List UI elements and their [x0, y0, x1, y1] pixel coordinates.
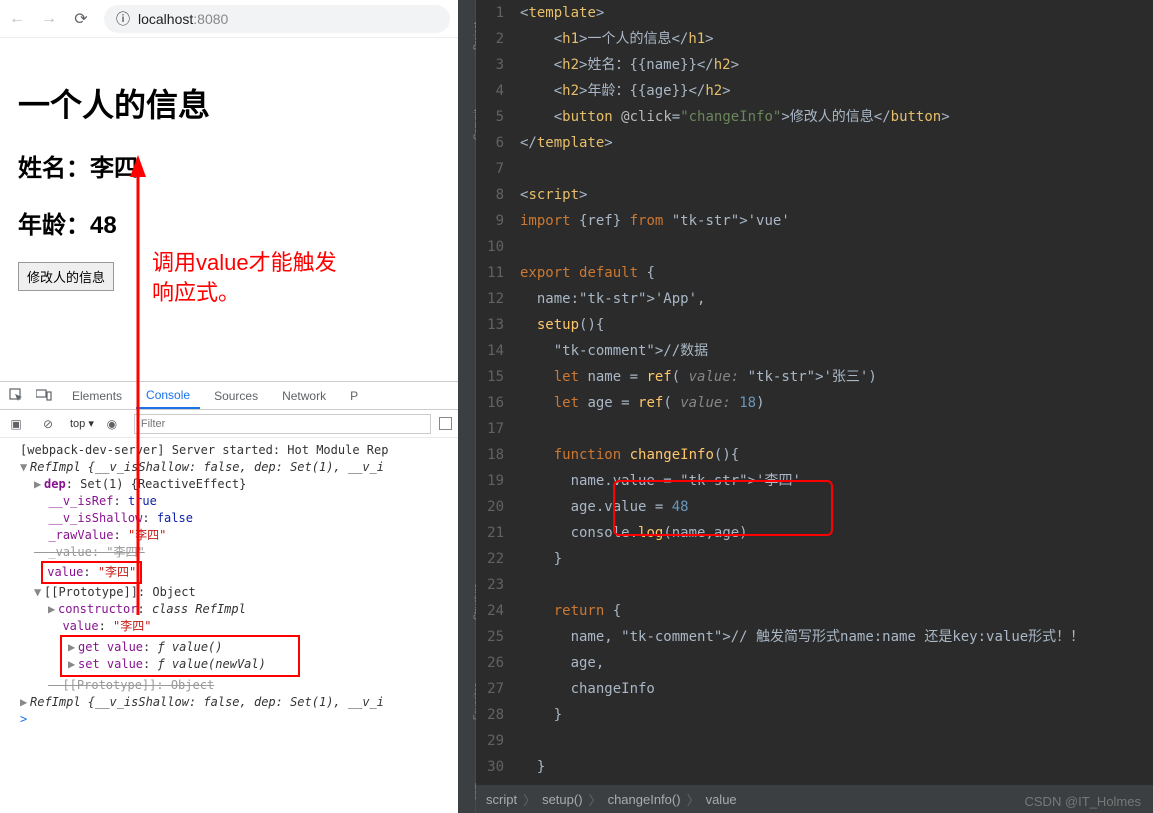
console-line: ▼RefImpl {__v_isShallow: false, dep: Set… — [14, 459, 458, 476]
code-line[interactable]: 24 return { — [476, 598, 1153, 624]
editor-pane: Project Commit Structure Favorites npm 1… — [458, 0, 1153, 813]
age-row: 年龄：48 — [18, 205, 448, 240]
code-line[interactable]: 23 — [476, 572, 1153, 598]
code-line[interactable]: 8<script> — [476, 182, 1153, 208]
code-line[interactable]: 11export default { — [476, 260, 1153, 286]
reload-icon[interactable]: ⟳ — [72, 10, 90, 28]
url-host: localhost — [138, 11, 193, 27]
context-select[interactable]: top ▾ — [70, 417, 94, 430]
console-line: [webpack-dev-server] Server started: Hot… — [14, 442, 458, 459]
url-bar[interactable]: ⓘ localhost:8080 — [104, 5, 450, 33]
forward-icon[interactable]: → — [40, 10, 58, 28]
name-row: 姓名：李四 — [18, 148, 448, 183]
console-prompt[interactable]: > — [14, 711, 458, 728]
code-line[interactable]: 22 } — [476, 546, 1153, 572]
filter-input[interactable] — [134, 414, 431, 434]
tab-sources[interactable]: Sources — [204, 384, 268, 408]
code-line[interactable]: 16 let age = ref( value: 18) — [476, 390, 1153, 416]
device-icon[interactable] — [34, 386, 54, 406]
code-line[interactable]: 30 } — [476, 754, 1153, 780]
code-line[interactable]: 6</template> — [476, 130, 1153, 156]
tab-console[interactable]: Console — [136, 383, 200, 409]
code-line[interactable]: 18 function changeInfo(){ — [476, 442, 1153, 468]
code-line[interactable]: 3 <h2>姓名：{{name}}</h2> — [476, 52, 1153, 78]
watermark: CSDN @IT_Holmes — [1025, 794, 1142, 809]
clear-icon[interactable]: ⊘ — [38, 414, 58, 434]
change-info-button[interactable]: 修改人的信息 — [18, 262, 114, 291]
code-line[interactable]: 2 <h1>一个人的信息</h1> — [476, 26, 1153, 52]
eye-icon[interactable]: ◉ — [102, 414, 122, 434]
code-editor[interactable]: 1<template>2 <h1>一个人的信息</h1>3 <h2>姓名：{{n… — [476, 0, 1153, 785]
inspect-icon[interactable] — [6, 386, 26, 406]
console-output: [webpack-dev-server] Server started: Hot… — [0, 438, 458, 732]
code-line[interactable]: 17 — [476, 416, 1153, 442]
levels-check[interactable] — [439, 417, 452, 430]
code-line[interactable]: 12 name:"tk-str">'App', — [476, 286, 1153, 312]
browser-pane: ← → ⟳ ⓘ localhost:8080 一个人的信息 姓名：李四 年龄：4… — [0, 0, 458, 813]
code-line[interactable]: 7 — [476, 156, 1153, 182]
tab-network[interactable]: Network — [272, 384, 336, 408]
code-line[interactable]: 29 — [476, 728, 1153, 754]
devtools-panel: Elements Console Sources Network P ▣ ⊘ t… — [0, 381, 458, 813]
info-icon: ⓘ — [116, 9, 130, 29]
show-sidebar-icon[interactable]: ▣ — [6, 414, 26, 434]
code-line[interactable]: 13 setup(){ — [476, 312, 1153, 338]
code-line[interactable]: 28 } — [476, 702, 1153, 728]
tab-more[interactable]: P — [340, 384, 368, 408]
page-title: 一个人的信息 — [18, 80, 448, 126]
code-line[interactable]: 27 changeInfo — [476, 676, 1153, 702]
code-line[interactable]: 15 let name = ref( value: "tk-str">'张三') — [476, 364, 1153, 390]
code-line[interactable]: 26 age, — [476, 650, 1153, 676]
code-line[interactable]: 5 <button @click="changeInfo">修改人的信息</bu… — [476, 104, 1153, 130]
back-icon[interactable]: ← — [8, 10, 26, 28]
code-line[interactable]: 25 name, "tk-comment">// 触发简写形式name:name… — [476, 624, 1153, 650]
code-highlight-box — [613, 480, 833, 536]
tab-elements[interactable]: Elements — [62, 384, 132, 408]
code-line[interactable]: 9import {ref} from "tk-str">'vue' — [476, 208, 1153, 234]
code-line[interactable]: 4 <h2>年龄：{{age}}</h2> — [476, 78, 1153, 104]
code-line[interactable]: 10 — [476, 234, 1153, 260]
code-line[interactable]: 1<template> — [476, 0, 1153, 26]
code-line[interactable]: 14 "tk-comment">//数据 — [476, 338, 1153, 364]
page-content: 一个人的信息 姓名：李四 年龄：48 修改人的信息 — [0, 38, 458, 291]
tool-rail: Project Commit Structure Favorites npm — [458, 0, 476, 813]
browser-toolbar: ← → ⟳ ⓘ localhost:8080 — [0, 0, 458, 38]
url-port: :8080 — [193, 11, 228, 27]
devtools-tabs: Elements Console Sources Network P — [0, 382, 458, 410]
console-toolbar: ▣ ⊘ top ▾ ◉ — [0, 410, 458, 438]
